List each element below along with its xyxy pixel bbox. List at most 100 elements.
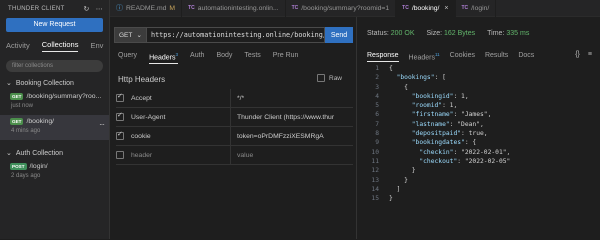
tab-collections[interactable]: Collections	[41, 40, 79, 52]
tab-env[interactable]: Env	[90, 41, 103, 52]
line-number: 5	[375, 102, 379, 110]
method-badge: POST	[10, 163, 27, 170]
table-row: Accept */*	[116, 88, 353, 108]
tab-booking-summary[interactable]: TC /booking/summary?roomid=1	[286, 0, 397, 17]
tab-response-headers[interactable]: Headers11	[409, 52, 440, 62]
line-number: 12	[371, 167, 379, 175]
request-item[interactable]: GET /booking/summary?roo... just now	[0, 90, 109, 115]
send-button[interactable]: Send	[325, 27, 353, 43]
code-text: "checkin": "2022-02-01",	[419, 148, 511, 156]
code-text: "bookings": [	[396, 74, 446, 82]
thunder-client-icon: TC	[188, 5, 195, 11]
code-text: {	[389, 65, 393, 72]
header-key[interactable]: Accept	[128, 88, 231, 108]
header-key[interactable]: User-Agent	[128, 107, 231, 127]
header-checkbox[interactable]	[116, 111, 124, 121]
url-input[interactable]: https://automationintesting.online/booki…	[147, 27, 325, 43]
tab-body[interactable]: Body	[216, 52, 232, 64]
header-checkbox[interactable]	[116, 151, 124, 159]
response-actions: {} ≡	[575, 51, 592, 58]
sidebar-header: THUNDER CLIENT ↻ ⋯	[0, 0, 109, 17]
info-icon: ⓘ	[116, 5, 123, 12]
code-line: 1{	[365, 64, 510, 73]
tab-docs[interactable]: Docs	[518, 52, 534, 62]
code-braces-icon[interactable]: {}	[575, 51, 580, 58]
tab-results[interactable]: Results	[485, 52, 508, 62]
table-row: User-Agent Thunder Client (https://www.t…	[116, 107, 353, 127]
time-value: 335 ms	[506, 30, 530, 37]
method-select[interactable]: GET ⌄	[114, 27, 147, 43]
code-text: "bookingdates": {	[411, 139, 477, 147]
line-number: 4	[375, 92, 379, 100]
tab-activity[interactable]: Activity	[6, 41, 30, 52]
code-line: 2 "bookings": [	[365, 73, 510, 82]
request-item[interactable]: GET /booking/ 4 mins ago ···	[0, 115, 109, 140]
method-badge: GET	[10, 118, 24, 125]
code-text: "checkout": "2022-02-05"	[419, 157, 511, 165]
code-line: 14 ]	[365, 185, 510, 194]
collection-name: Booking Collection	[15, 79, 74, 87]
menu-icon[interactable]: ≡	[588, 51, 592, 58]
code-line: 4 "bookingid": 1,	[365, 92, 510, 101]
chevron-down-icon: ⌄	[6, 80, 12, 87]
refresh-icon[interactable]: ↻	[84, 5, 90, 13]
line-number: 2	[375, 74, 379, 82]
request-item[interactable]: POST /login/ 2 days ago	[0, 160, 109, 185]
tab-booking[interactable]: TC /booking/ ×	[396, 0, 456, 17]
line-number: 8	[375, 130, 379, 138]
request-name: /booking/summary?roo...	[26, 93, 102, 100]
tab-readme[interactable]: ⓘ README.md M	[110, 0, 183, 17]
tab-query[interactable]: Query	[118, 52, 137, 64]
request-time: 2 days ago	[11, 173, 41, 179]
code-text: ]	[389, 185, 401, 193]
code-text: "bookingid": 1,	[411, 92, 469, 100]
thunder-client-icon: TC	[291, 5, 299, 11]
chevron-down-icon: ⌄	[136, 32, 142, 39]
raw-checkbox[interactable]	[317, 74, 325, 82]
header-value[interactable]: Thunder Client (https://www.thur	[231, 108, 353, 127]
new-request-button[interactable]: New Request	[6, 18, 103, 32]
header-checkbox[interactable]	[116, 130, 124, 140]
new-header-value[interactable]: value	[231, 146, 353, 165]
tab-cookies[interactable]: Cookies	[450, 52, 475, 62]
header-value[interactable]: token=oPrDMFzziXESMRgA	[231, 127, 353, 146]
code-line: 13 }	[365, 176, 510, 185]
tab-response[interactable]: Response	[367, 52, 399, 62]
code-text: "lastname": "Dean",	[411, 120, 484, 128]
code-line: 6 "firstname": "James",	[365, 110, 510, 119]
filter-collections-input[interactable]: filter collections	[6, 60, 103, 72]
code-text: {	[389, 83, 408, 91]
tab-login[interactable]: TC /login/	[456, 0, 497, 17]
code-line: 11 "checkout": "2022-02-05"	[365, 157, 510, 166]
header-value[interactable]: */*	[231, 89, 353, 108]
tab-pre-run[interactable]: Pre Run	[273, 52, 299, 64]
line-number: 7	[375, 120, 379, 128]
tab-tests[interactable]: Tests	[244, 52, 260, 64]
response-body: 1{2 "bookings": [3 {4 "bookingid": 1, 5 "…	[365, 64, 510, 203]
code-line: 3 {	[365, 83, 510, 92]
code-text: "depositpaid": true,	[411, 130, 488, 138]
code-line: 8 "depositpaid": true,	[365, 129, 510, 138]
code-line: 5 "roomid": 1,	[365, 101, 510, 110]
close-icon[interactable]: ×	[444, 5, 448, 12]
collection-booking[interactable]: ⌄ Booking Collection	[0, 76, 109, 90]
code-text: "roomid": 1,	[411, 102, 458, 110]
collection-auth[interactable]: ⌄ Auth Collection	[0, 146, 109, 160]
tab-automation[interactable]: TC automationintesting.onlin...	[182, 0, 286, 17]
request-tabs: Query Headers3 Auth Body Tests Pre Run	[118, 52, 299, 65]
header-checkbox[interactable]	[116, 92, 124, 102]
tab-headers[interactable]: Headers3	[149, 52, 179, 65]
request-name: /login/	[29, 163, 48, 170]
request-time: just now	[11, 103, 34, 109]
line-number: 13	[371, 176, 379, 184]
section-title: Http Headers	[118, 75, 166, 84]
new-header-key[interactable]: header	[128, 145, 231, 165]
more-icon[interactable]: ⋯	[96, 5, 103, 13]
header-key[interactable]: cookie	[128, 126, 231, 146]
tab-auth[interactable]: Auth	[190, 52, 204, 64]
raw-toggle[interactable]: Raw	[317, 74, 342, 82]
request-time: 4 mins ago	[11, 128, 41, 134]
more-icon[interactable]: ···	[99, 120, 105, 129]
code-line: 15}	[365, 194, 510, 203]
status-value: 200 OK	[390, 30, 415, 37]
